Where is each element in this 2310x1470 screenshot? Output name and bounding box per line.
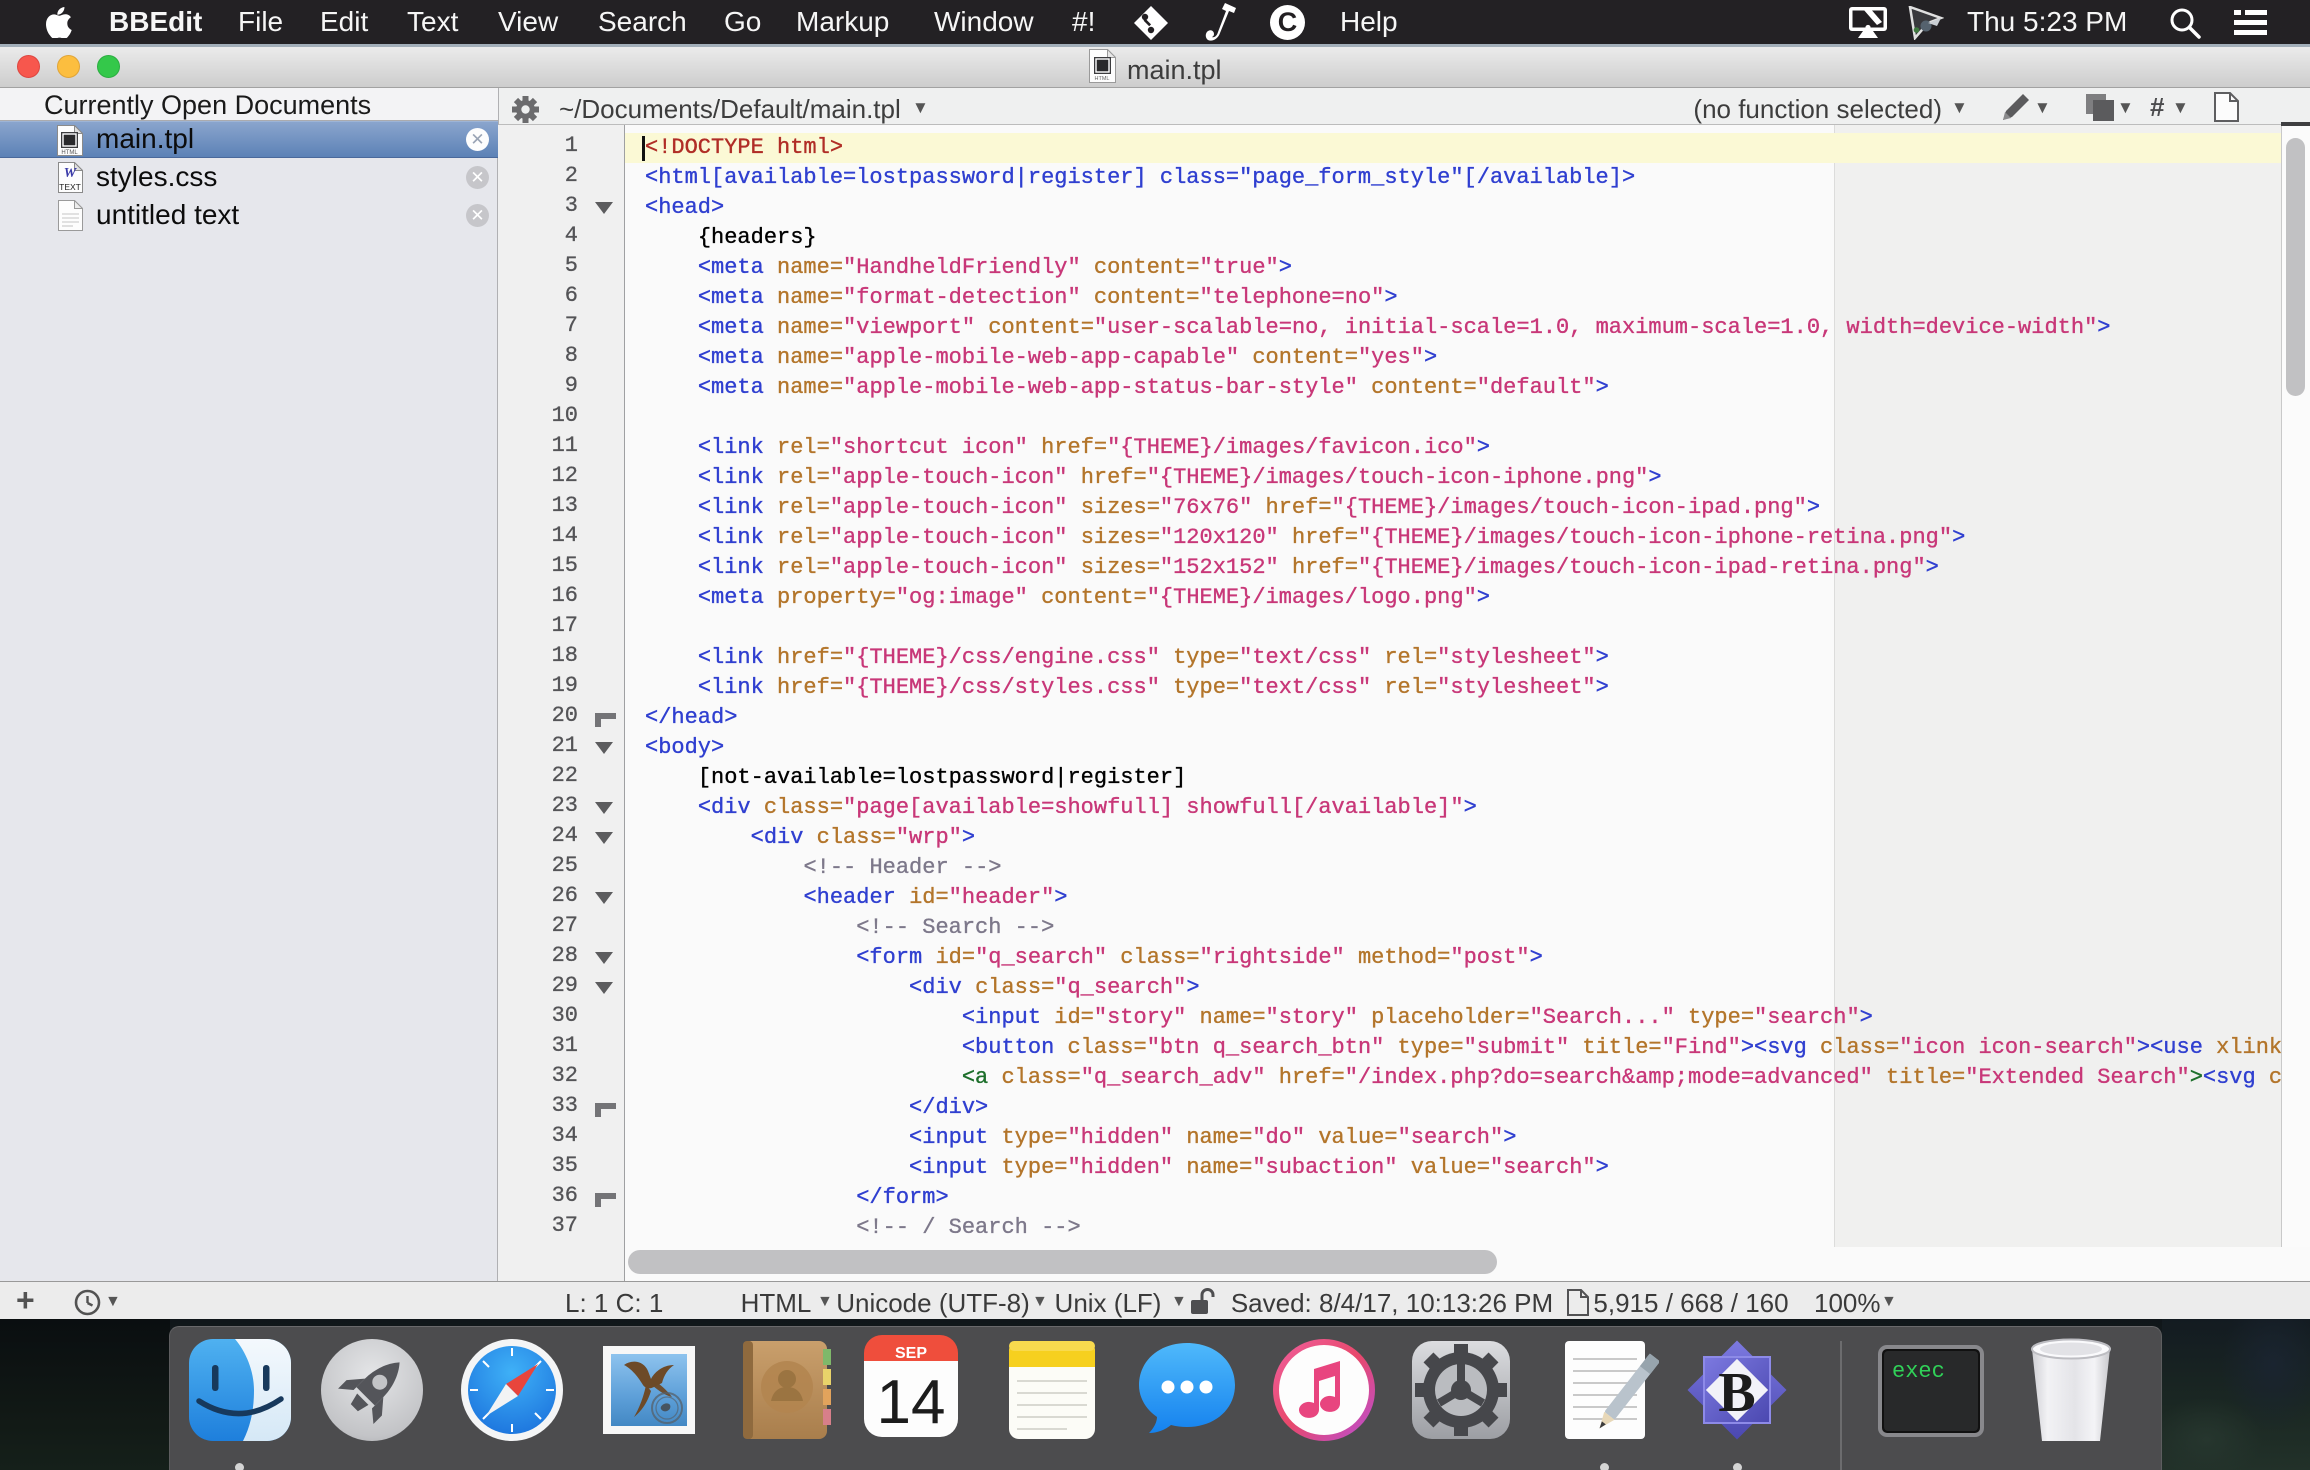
svg-text:C: C	[1278, 7, 1298, 37]
svg-text:B: B	[1718, 1362, 1755, 1424]
svg-text:exec: exec	[1892, 1359, 1945, 1384]
svg-text:14: 14	[877, 1368, 946, 1437]
svg-text:SEP: SEP	[895, 1345, 927, 1362]
svg-text:HTML: HTML	[1095, 76, 1110, 82]
svg-text:TEXT: TEXT	[59, 182, 81, 192]
svg-text:W: W	[64, 166, 78, 181]
svg-text:HTML: HTML	[61, 150, 78, 156]
